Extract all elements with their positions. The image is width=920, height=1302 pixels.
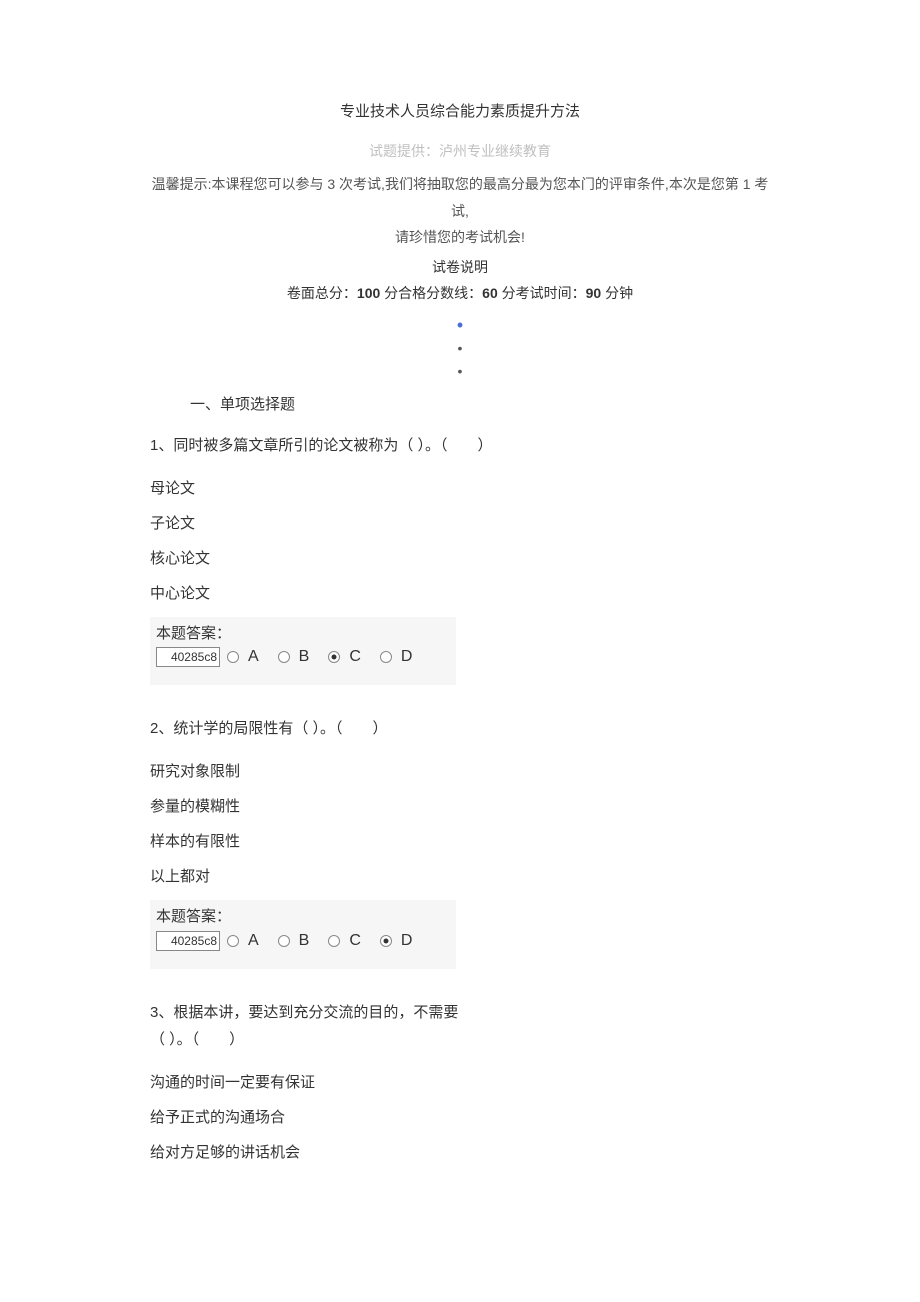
question-option: 样本的有限性: [150, 830, 770, 851]
radio-option-c[interactable]: C: [327, 648, 361, 666]
answer-label: 本题答案：: [156, 906, 450, 929]
question-text: 2、统计学的局限性有（ ）。（ ）: [150, 715, 770, 742]
pass-score-unit: 分: [498, 285, 516, 301]
radio-checked-icon: [379, 934, 393, 948]
total-score-label: 卷面总分：: [287, 285, 357, 301]
pass-score-label: 合格分数线：: [398, 285, 482, 301]
question-text-line1: 3、根据本讲，要达到充分交流的目的，不需要: [150, 1004, 458, 1021]
radio-option-b[interactable]: B: [277, 932, 310, 950]
radio-unchecked-icon: [226, 934, 240, 948]
question-3: 3、根据本讲，要达到充分交流的目的，不需要 （ ）。（ ） 沟通的时间一定要有保…: [150, 999, 770, 1162]
question-text-line2: （ ）。（ ）: [150, 1031, 244, 1048]
option-letter: B: [299, 648, 310, 666]
exam-time-value: 90: [586, 285, 602, 301]
question-1: 1、同时被多篇文章所引的论文被称为（ ）。（ ） 母论文 子论文 核心论文 中心…: [150, 432, 770, 686]
tip-line-2: 请珍惜您的考试机会!: [395, 229, 525, 245]
exam-time-label: 考试时间：: [516, 285, 586, 301]
pass-score-value: 60: [482, 285, 498, 301]
tip-text: 温馨提示:本课程您可以参与 3 次考试,我们将抽取您的最高分最为您本门的评审条件…: [150, 171, 770, 251]
bullet-icon: •: [457, 315, 463, 335]
provider-line: 试题提供：泸州专业继续教育: [150, 141, 770, 161]
question-option: 给对方足够的讲话机会: [150, 1141, 770, 1162]
radio-unchecked-icon: [277, 650, 291, 664]
radio-option-b[interactable]: B: [277, 648, 310, 666]
question-option: 核心论文: [150, 547, 770, 568]
radio-unchecked-icon: [327, 934, 341, 948]
question-option: 参量的模糊性: [150, 795, 770, 816]
radio-unchecked-icon: [277, 934, 291, 948]
radio-unchecked-icon: [226, 650, 240, 664]
option-letter: B: [299, 932, 310, 950]
question-option: 子论文: [150, 512, 770, 533]
option-letter: C: [349, 648, 361, 666]
question-option: 研究对象限制: [150, 760, 770, 781]
bullet-list: • • •: [150, 313, 770, 383]
question-text: 1、同时被多篇文章所引的论文被称为（ ）。（ ）: [150, 432, 770, 459]
option-letter: D: [401, 932, 413, 950]
question-text: 3、根据本讲，要达到充分交流的目的，不需要 （ ）。（ ）: [150, 999, 770, 1053]
radio-checked-icon: [327, 650, 341, 664]
answer-panel: 本题答案： 40285c8 A B C D: [150, 617, 456, 686]
option-letter: D: [401, 648, 413, 666]
answer-panel: 本题答案： 40285c8 A B C D: [150, 900, 456, 969]
bullet-icon: •: [458, 340, 463, 356]
radio-option-d[interactable]: D: [379, 932, 413, 950]
answer-row: 40285c8 A B C D: [156, 647, 450, 667]
option-letter: A: [248, 648, 259, 666]
bullet-icon: •: [458, 363, 463, 379]
answer-code-input[interactable]: 40285c8: [156, 931, 220, 951]
option-letter: A: [248, 932, 259, 950]
answer-row: 40285c8 A B C D: [156, 931, 450, 951]
question-option: 沟通的时间一定要有保证: [150, 1071, 770, 1092]
total-score-value: 100: [357, 285, 380, 301]
answer-label: 本题答案：: [156, 623, 450, 646]
question-2: 2、统计学的局限性有（ ）。（ ） 研究对象限制 参量的模糊性 样本的有限性 以…: [150, 715, 770, 969]
exam-time-unit: 分钟: [601, 285, 633, 301]
option-letter: C: [349, 932, 361, 950]
tip-line-1: 温馨提示:本课程您可以参与 3 次考试,我们将抽取您的最高分最为您本门的评审条件…: [152, 176, 769, 219]
question-option: 母论文: [150, 477, 770, 498]
radio-option-a[interactable]: A: [226, 932, 259, 950]
question-option: 给予正式的沟通场合: [150, 1106, 770, 1127]
question-option: 以上都对: [150, 865, 770, 886]
radio-option-d[interactable]: D: [379, 648, 413, 666]
radio-unchecked-icon: [379, 650, 393, 664]
section-heading: 一、单项选择题: [190, 393, 770, 414]
page-title: 专业技术人员综合能力素质提升方法: [150, 100, 770, 121]
answer-code-input[interactable]: 40285c8: [156, 647, 220, 667]
total-score-unit: 分: [380, 285, 398, 301]
radio-option-c[interactable]: C: [327, 932, 361, 950]
radio-option-a[interactable]: A: [226, 648, 259, 666]
question-option: 中心论文: [150, 582, 770, 603]
exam-description-heading: 试卷说明: [150, 257, 770, 277]
exam-document: 专业技术人员综合能力素质提升方法 试题提供：泸州专业继续教育 温馨提示:本课程您…: [0, 0, 920, 1252]
score-line: 卷面总分：100 分合格分数线：60 分考试时间：90 分钟: [150, 283, 770, 303]
